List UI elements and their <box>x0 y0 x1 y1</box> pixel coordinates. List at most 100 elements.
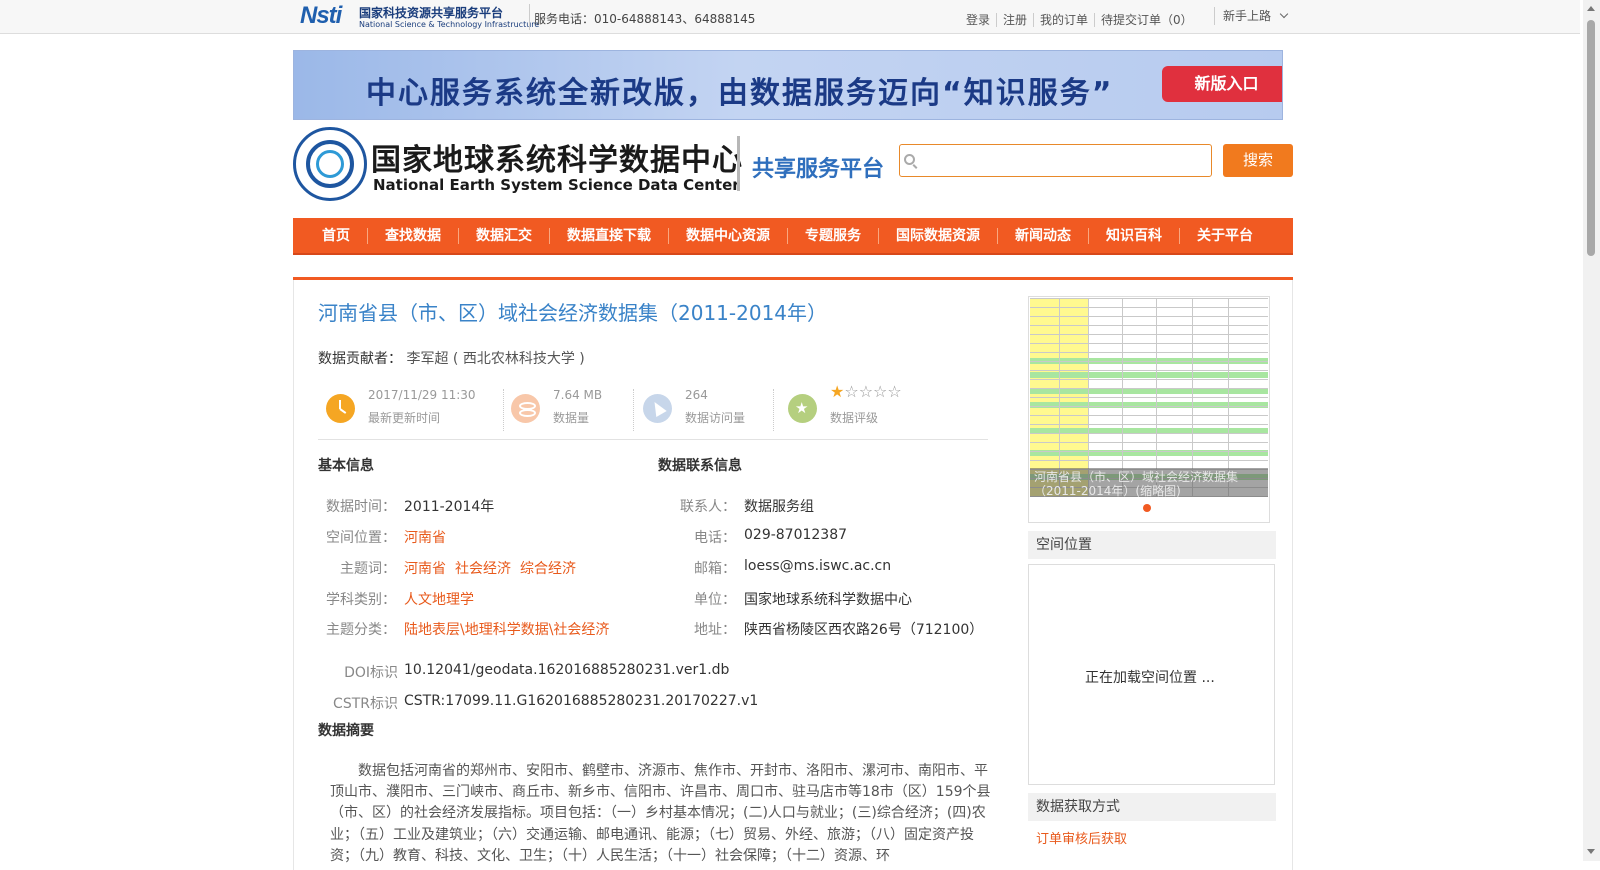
star-filled-icon[interactable]: ★ <box>830 382 844 401</box>
star-icon <box>788 394 817 423</box>
sheet-gridline <box>1030 352 1268 353</box>
sheet-gridline <box>1030 397 1268 398</box>
center-logo[interactable]: 国家地球系统科学数据中心 National Earth System Scien… <box>293 127 742 202</box>
stat-rating: ★☆☆☆☆ 数据评级 <box>780 382 950 434</box>
info-label: DOI标识 <box>344 665 398 681</box>
announcement-banner[interactable]: 中心服务系统全新改版，由数据服务迈向“知识服务” 新版入口 <box>293 50 1283 120</box>
dataset-stats: 2017/11/29 11:30 最新更新时间 7.64 MB 数据量 264 … <box>318 382 988 440</box>
keyword-link[interactable]: 河南省 <box>404 561 446 577</box>
sheet-highlight-row <box>1030 372 1268 378</box>
nav-find-data[interactable]: 查找数据 <box>367 227 458 244</box>
nav-center-resources[interactable]: 数据中心资源 <box>668 227 787 244</box>
stat-separator <box>773 389 774 431</box>
abstract-heading: 数据摘要 <box>318 723 374 739</box>
visit-icon <box>643 394 672 423</box>
abstract-body: 数据包括河南省的郑州市、安阳市、鹤壁市、济源市、焦作市、开封市、洛阳市、漯河市、… <box>330 763 991 864</box>
info-label: 学科类别： <box>326 592 396 608</box>
sheet-gridline <box>1030 424 1268 425</box>
login-link[interactable]: 登录 <box>966 13 998 27</box>
pending-orders-link[interactable]: 待提交订单（0） <box>1095 13 1199 27</box>
star-empty-icon[interactable]: ☆ <box>859 382 873 401</box>
contributor: 数据贡献者： 李军超 ( 西北农林科技大学 ) <box>318 348 585 368</box>
sheet-gridline <box>1030 460 1268 461</box>
star-empty-icon[interactable]: ☆ <box>844 382 858 401</box>
search-input[interactable] <box>899 144 1212 177</box>
info-label: 数据时间： <box>326 499 396 515</box>
nsti-logo-mark: Nsti <box>300 2 342 29</box>
sheet-gridline <box>1030 370 1268 371</box>
thumbnail-caption: 河南省县（市、区）域社会经济数据集（2011-2014年）(缩略图) <box>1034 470 1239 498</box>
info-value: 029-87012387 <box>744 527 848 543</box>
keyword-link[interactable]: 综合经济 <box>520 561 576 577</box>
sheet-gridline <box>1030 415 1268 416</box>
my-orders-link[interactable]: 我的订单 <box>1034 13 1096 27</box>
info-label: 主题词： <box>340 561 396 577</box>
doi-value: 10.12041/geodata.162016885280231.ver1.db <box>404 662 730 678</box>
contact-info-heading: 数据联系信息 <box>658 458 742 474</box>
globe-logo-icon <box>293 127 367 201</box>
sheet-gridline <box>1030 442 1268 443</box>
info-label: 联系人： <box>680 499 736 515</box>
info-label: 空间位置： <box>326 530 396 546</box>
sheet-gridline <box>1030 298 1268 299</box>
page-scrollbar[interactable] <box>1583 0 1600 861</box>
nav-knowledge[interactable]: 知识百科 <box>1088 227 1179 244</box>
access-heading: 数据获取方式 <box>1028 793 1276 821</box>
category-link[interactable]: 陆地表层\地理科学数据\社会经济 <box>404 619 609 639</box>
stat-separator <box>633 389 634 431</box>
carousel-dot[interactable] <box>1143 504 1151 512</box>
top-links: 登录 注册 我的订单 待提交订单（0） <box>966 11 1199 28</box>
nav-news[interactable]: 新闻动态 <box>997 227 1088 244</box>
platform-title: 共享服务平台 <box>752 157 885 182</box>
star-empty-icon[interactable]: ☆ <box>873 382 887 401</box>
spatial-heading: 空间位置 <box>1028 531 1276 559</box>
nav-home[interactable]: 首页 <box>305 228 367 244</box>
info-label: 邮箱： <box>694 561 736 577</box>
sheet-gridline <box>1030 406 1268 407</box>
center-name-en: National Earth System Science Data Cente… <box>373 176 740 194</box>
sheet-gridline <box>1030 379 1268 380</box>
sheet-gridline <box>1030 433 1268 434</box>
abstract-text: 数据包括河南省的郑州市、安阳市、鹤壁市、济源市、焦作市、开封市、洛阳市、漯河市、… <box>330 761 994 867</box>
sheet-gridline <box>1030 343 1268 344</box>
sheet-gridline <box>1030 388 1268 389</box>
scroll-down-arrow-icon[interactable] <box>1587 849 1595 854</box>
scroll-up-arrow-icon[interactable] <box>1587 6 1595 11</box>
sheet-gridline <box>1030 316 1268 317</box>
stat-update-time: 2017/11/29 11:30 最新更新时间 <box>318 386 493 434</box>
nsti-logo[interactable]: Nsti 国家科技资源共享服务平台 National Science & Tec… <box>300 2 539 32</box>
scrollbar-thumb[interactable] <box>1587 20 1595 256</box>
keyword-link[interactable]: 社会经济 <box>455 561 511 577</box>
sheet-gridline <box>1030 325 1268 326</box>
rating-stars[interactable]: ★☆☆☆☆ <box>830 382 902 401</box>
info-label: 电话： <box>694 530 736 546</box>
stat-label: 最新更新时间 <box>368 411 441 425</box>
sheet-gridline <box>1030 451 1268 452</box>
sheet-highlight-row <box>1030 402 1268 408</box>
register-link[interactable]: 注册 <box>997 13 1035 27</box>
info-value: 数据服务组 <box>744 499 814 515</box>
discipline-link[interactable]: 人文地理学 <box>404 589 474 609</box>
sheet-gridline <box>1030 307 1268 308</box>
map-loading-text: 正在加载空间位置 ... <box>1085 670 1215 686</box>
nav-topic-services[interactable]: 专题服务 <box>787 227 878 244</box>
contributor-label: 数据贡献者： <box>318 351 402 367</box>
new-version-button[interactable]: 新版入口 <box>1162 66 1282 102</box>
nav-direct-download[interactable]: 数据直接下载 <box>549 227 668 244</box>
access-method[interactable]: 订单审核后获取 <box>1036 828 1127 847</box>
info-label: 主题分类： <box>326 622 396 638</box>
main-nav: 首页 查找数据 数据汇交 数据直接下载 数据中心资源 专题服务 国际数据资源 新… <box>293 218 1293 255</box>
top-bar <box>0 0 1580 34</box>
stat-label: 数据访问量 <box>685 411 746 425</box>
nav-data-submission[interactable]: 数据汇交 <box>458 227 549 244</box>
star-empty-icon[interactable]: ☆ <box>887 382 901 401</box>
nav-international-data[interactable]: 国际数据资源 <box>878 227 997 244</box>
sheet-gridline <box>1030 361 1268 362</box>
newbie-guide-dropdown[interactable]: 新手上路 <box>1214 7 1289 25</box>
banner-text: 中心服务系统全新改版，由数据服务迈向“知识服务” <box>366 76 1114 111</box>
nav-about[interactable]: 关于平台 <box>1179 227 1270 244</box>
search-button[interactable]: 搜索 <box>1223 144 1293 177</box>
location-link[interactable]: 河南省 <box>404 527 446 547</box>
info-label: 地址： <box>694 622 736 638</box>
chevron-down-icon <box>1279 9 1289 19</box>
